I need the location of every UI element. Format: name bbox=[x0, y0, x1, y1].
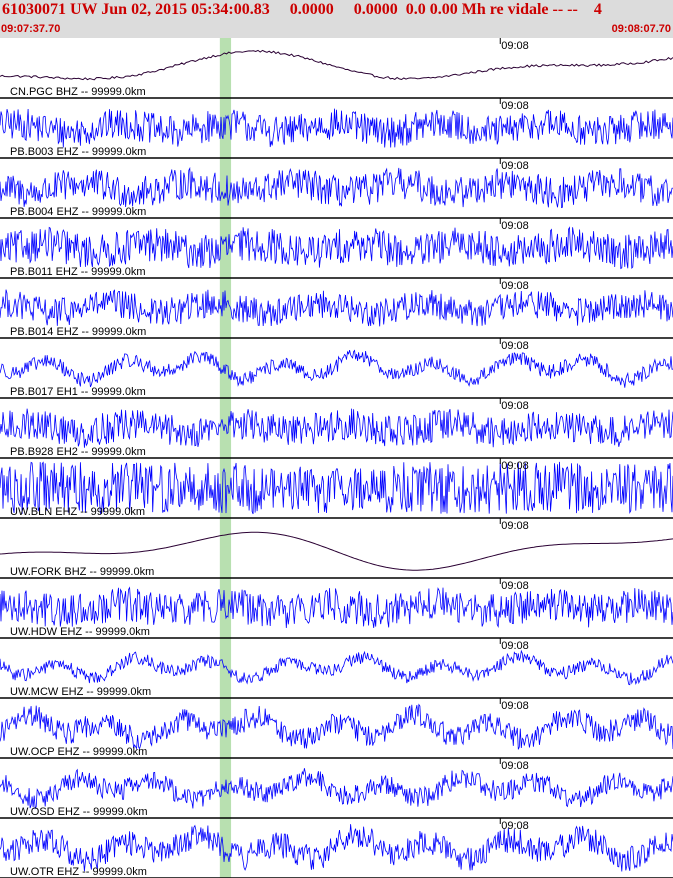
time-tick-label: 09:08 bbox=[501, 280, 529, 292]
station-label: UW.MCW EHZ -- 99999.0km bbox=[10, 686, 151, 698]
trace-11 bbox=[0, 703, 673, 750]
time-tick-label: 09:08 bbox=[501, 220, 529, 232]
trace-13 bbox=[0, 824, 673, 872]
time-tick-label: 09:08 bbox=[501, 460, 529, 472]
time-tick-label: 09:08 bbox=[501, 640, 529, 652]
time-tick-label: 09:08 bbox=[501, 400, 529, 412]
time-tick-label: 09:08 bbox=[501, 580, 529, 592]
station-label: UW.OCP EHZ -- 99999.0km bbox=[10, 746, 147, 758]
traces-group: 09:08 CN.PGC BHZ -- 99999.0km 09:08 PB.B003… bbox=[0, 38, 673, 878]
station-label: CN.PGC BHZ -- 99999.0km bbox=[10, 86, 146, 98]
trace-8 bbox=[0, 531, 673, 571]
trace-0 bbox=[0, 49, 673, 81]
station-label: PB.B003 EHZ -- 99999.0km bbox=[10, 146, 146, 158]
time-tick-label: 09:08 bbox=[501, 820, 529, 832]
time-tick-label: 09:08 bbox=[501, 160, 529, 172]
trace-1 bbox=[0, 108, 673, 148]
station-label: UW.BLN EHZ -- 99999.0km bbox=[10, 506, 145, 518]
trace-10 bbox=[0, 649, 673, 686]
station-label: PB.B014 EHZ -- 99999.0km bbox=[10, 326, 146, 338]
time-tick-label: 09:08 bbox=[501, 100, 529, 112]
seismogram-plot: 09:08 CN.PGC BHZ -- 99999.0km 09:08 PB.B003… bbox=[0, 38, 673, 878]
trace-6 bbox=[0, 408, 673, 448]
start-time-label: 09:07:37.70 bbox=[1, 23, 61, 35]
event-title: 61030071 UW Jun 02, 2015 05:34:00.83 0.0… bbox=[2, 1, 602, 18]
station-label: UW.FORK BHZ -- 99999.0km bbox=[10, 566, 154, 578]
trace-4 bbox=[0, 289, 673, 327]
trace-3 bbox=[0, 226, 673, 270]
end-time-label: 09:08:07.70 bbox=[611, 23, 671, 35]
time-tick-label: 09:08 bbox=[501, 760, 529, 772]
station-label: PB.B017 EH1 -- 99999.0km bbox=[10, 386, 146, 398]
station-label: PB.B011 EHZ -- 99999.0km bbox=[10, 266, 146, 278]
trace-5 bbox=[0, 349, 673, 388]
station-label: UW.OSD EHZ -- 99999.0km bbox=[10, 806, 148, 818]
time-tick-label: 09:08 bbox=[501, 700, 529, 712]
station-label: UW.OTR EHZ -- 99999.0km bbox=[10, 866, 147, 878]
trace-12 bbox=[0, 768, 673, 810]
time-tick-label: 09:08 bbox=[501, 520, 529, 532]
header-bar: 61030071 UW Jun 02, 2015 05:34:00.83 0.0… bbox=[0, 0, 673, 38]
time-tick-label: 09:08 bbox=[501, 340, 529, 352]
station-label: PB.B928 EH2 -- 99999.0km bbox=[10, 446, 146, 458]
station-label: PB.B004 EHZ -- 99999.0km bbox=[10, 206, 146, 218]
trace-9 bbox=[0, 586, 673, 629]
trace-2 bbox=[0, 166, 673, 209]
time-tick-label: 09:08 bbox=[501, 40, 529, 52]
station-label: UW.HDW EHZ -- 99999.0km bbox=[10, 626, 150, 638]
